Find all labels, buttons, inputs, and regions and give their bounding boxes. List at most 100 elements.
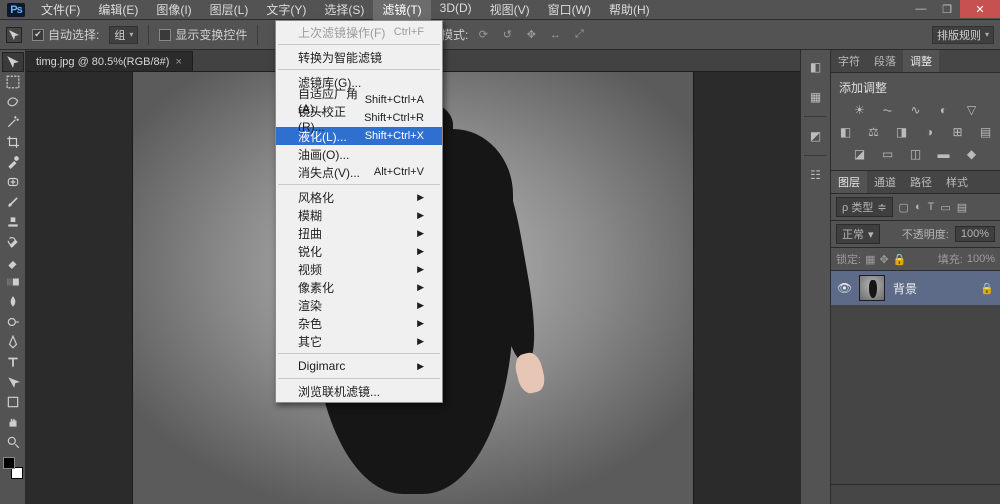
lock-pixels-icon[interactable]: ▦	[865, 253, 875, 266]
blend-mode-dropdown[interactable]: 正常▾	[836, 224, 880, 244]
show-transform-checkbox[interactable]: 显示变换控件	[159, 26, 247, 43]
filter-browse-online[interactable]: 浏览联机滤镜...	[276, 382, 442, 400]
opacity-field[interactable]: 100%	[955, 226, 995, 242]
move-tool[interactable]	[2, 52, 24, 72]
blur-tool[interactable]	[2, 292, 24, 312]
3d-pan-icon[interactable]: ✥	[522, 26, 540, 44]
3d-scale-icon[interactable]: ⤢	[570, 26, 588, 44]
3d-roll-icon[interactable]: ↺	[498, 26, 516, 44]
filter-noise[interactable]: 杂色▶	[276, 314, 442, 332]
gradient-tool[interactable]	[2, 272, 24, 292]
filter-lens-correction[interactable]: 镜头校正(R)...Shift+Ctrl+R	[276, 109, 442, 127]
filter-video[interactable]: 视频▶	[276, 260, 442, 278]
menu-3d[interactable]: 3D(D)	[431, 0, 481, 20]
lasso-tool[interactable]	[2, 92, 24, 112]
window-minimize[interactable]: —	[908, 0, 934, 18]
photo-filter-icon[interactable]: ◑	[921, 124, 939, 140]
curves-icon[interactable]: ∿	[907, 102, 925, 118]
auto-select-checkbox[interactable]: 自动选择:	[32, 26, 99, 43]
menu-layer[interactable]: 图层(L)	[201, 0, 258, 20]
eraser-tool[interactable]	[2, 252, 24, 272]
3d-slide-icon[interactable]: ↔	[546, 26, 564, 44]
menu-window[interactable]: 窗口(W)	[539, 0, 600, 20]
brightness-icon[interactable]: ☀	[851, 102, 869, 118]
filter-oil-paint[interactable]: 油画(O)...	[276, 145, 442, 163]
invert-icon[interactable]: ◪	[851, 146, 869, 162]
window-close[interactable]: ✕	[960, 0, 1000, 18]
pen-tool[interactable]	[2, 332, 24, 352]
tab-character[interactable]: 字符	[831, 50, 867, 72]
levels-icon[interactable]: ⏦	[879, 102, 897, 118]
tool-preset-icon[interactable]	[6, 27, 22, 43]
actions-panel-icon[interactable]: ▦	[805, 86, 827, 108]
posterize-icon[interactable]: ▭	[879, 146, 897, 162]
tab-styles[interactable]: 样式	[939, 171, 975, 193]
close-icon[interactable]: ×	[175, 56, 181, 68]
threshold-icon[interactable]: ◫	[907, 146, 925, 162]
menu-type[interactable]: 文字(Y)	[257, 0, 315, 20]
lock-all-icon[interactable]: 🔒	[893, 253, 907, 266]
channel-mixer-icon[interactable]: ⊞	[949, 124, 967, 140]
path-select-tool[interactable]	[2, 372, 24, 392]
layer-kind-dropdown[interactable]: ρ 类型≑	[836, 197, 893, 217]
filter-sharpen[interactable]: 锐化▶	[276, 242, 442, 260]
history-panel-icon[interactable]: ◧	[805, 56, 827, 78]
visibility-icon[interactable]: 👁	[837, 281, 851, 295]
tab-adjustments[interactable]: 调整	[903, 50, 939, 72]
exposure-icon[interactable]: ◐	[935, 102, 953, 118]
tab-paths[interactable]: 路径	[903, 171, 939, 193]
arrange-dropdown[interactable]: 排版规则▾	[932, 26, 994, 44]
filter-smart-icon[interactable]: ▤	[957, 201, 967, 214]
swatches-panel-icon[interactable]: ☷	[805, 164, 827, 186]
balance-icon[interactable]: ⚖	[865, 124, 883, 140]
healing-tool[interactable]	[2, 172, 24, 192]
menu-image[interactable]: 图像(I)	[147, 0, 200, 20]
tab-channels[interactable]: 通道	[867, 171, 903, 193]
brush-tool[interactable]	[2, 192, 24, 212]
layer-thumbnail[interactable]	[859, 275, 885, 301]
fill-field[interactable]: 100%	[967, 253, 995, 265]
type-tool[interactable]	[2, 352, 24, 372]
hand-tool[interactable]	[2, 412, 24, 432]
3d-orbit-icon[interactable]: ⟳	[474, 26, 492, 44]
shape-tool[interactable]	[2, 392, 24, 412]
vibrance-icon[interactable]: ▽	[963, 102, 981, 118]
filter-type-icon[interactable]: T	[928, 201, 935, 213]
filter-digimarc[interactable]: Digimarc▶	[276, 357, 442, 375]
filter-last[interactable]: 上次滤镜操作(F)Ctrl+F	[276, 23, 442, 41]
filter-render[interactable]: 渲染▶	[276, 296, 442, 314]
menu-help[interactable]: 帮助(H)	[600, 0, 659, 20]
hsb-icon[interactable]: ◧	[837, 124, 855, 140]
filter-convert-smart[interactable]: 转换为智能滤镜	[276, 48, 442, 66]
filter-pixelate[interactable]: 像素化▶	[276, 278, 442, 296]
eyedropper-tool[interactable]	[2, 152, 24, 172]
properties-panel-icon[interactable]: ◩	[805, 125, 827, 147]
filter-shape-icon[interactable]: ▭	[940, 201, 950, 214]
filter-other[interactable]: 其它▶	[276, 332, 442, 350]
tab-paragraph[interactable]: 段落	[867, 50, 903, 72]
filter-adjust-icon[interactable]: ◐	[915, 201, 922, 213]
tab-layers[interactable]: 图层	[831, 171, 867, 193]
history-brush-tool[interactable]	[2, 232, 24, 252]
marquee-tool[interactable]	[2, 72, 24, 92]
stamp-tool[interactable]	[2, 212, 24, 232]
bw-icon[interactable]: ◨	[893, 124, 911, 140]
gradientmap-icon[interactable]: ▬	[935, 146, 953, 162]
filter-stylize[interactable]: 风格化▶	[276, 188, 442, 206]
lock-position-icon[interactable]: ✥	[879, 253, 888, 266]
document-tab[interactable]: timg.jpg @ 80.5%(RGB/8#) ×	[26, 51, 193, 71]
filter-vanishing-point[interactable]: 消失点(V)...Alt+Ctrl+V	[276, 163, 442, 181]
menu-filter[interactable]: 滤镜(T)	[373, 0, 430, 20]
lut-icon[interactable]: ▤	[977, 124, 995, 140]
magic-wand-tool[interactable]	[2, 112, 24, 132]
filter-distort[interactable]: 扭曲▶	[276, 224, 442, 242]
crop-tool[interactable]	[2, 132, 24, 152]
menu-view[interactable]: 视图(V)	[481, 0, 539, 20]
dodge-tool[interactable]	[2, 312, 24, 332]
filter-pixel-icon[interactable]: ▢	[899, 201, 909, 214]
menu-select[interactable]: 选择(S)	[315, 0, 373, 20]
selective-icon[interactable]: ◆	[963, 146, 981, 162]
layer-row[interactable]: 👁 背景 🔒	[831, 271, 1000, 305]
zoom-tool[interactable]	[2, 432, 24, 452]
window-restore[interactable]: ❐	[934, 0, 960, 18]
